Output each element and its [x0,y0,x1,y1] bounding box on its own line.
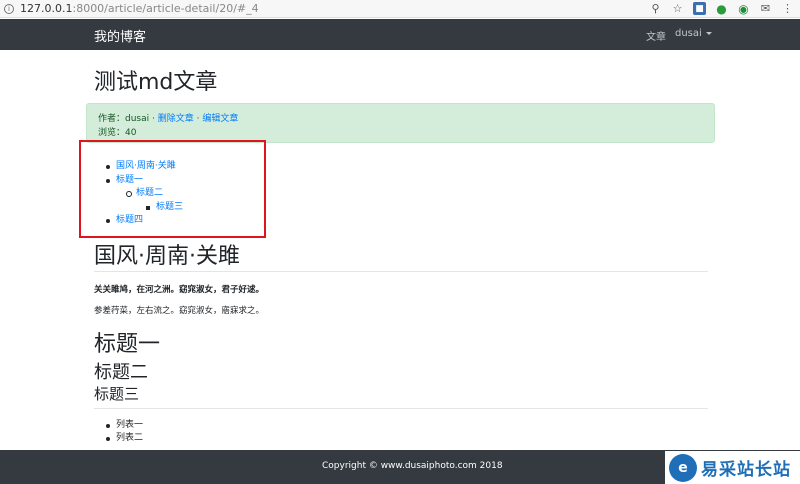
toc-item: 标题二 标题三 [116,187,183,214]
browser-address-bar[interactable]: i 127.0.0.1:8000/article/article-detail/… [0,0,800,18]
navbar: 我的博客 文章 dusai [0,19,800,50]
meta-line-1: 作者：dusai · 删除文章 · 编辑文章 [98,112,703,126]
divider [94,271,708,272]
watermark: e 易采站长站 [665,451,800,484]
delete-article-link[interactable]: 删除文章 [158,114,194,124]
toc-item: 标题四 [96,214,183,228]
article-title: 测试md文章 [94,70,218,95]
footer-copyright: Copyright © www.dusaiphoto.com 2018 [322,461,503,471]
mail-icon[interactable]: ✉ [759,2,772,15]
toc-item: 标题三 [136,201,183,215]
browser-toolbar-icons: ⚲ ☆ ■ ● ◉ ✉ ⋮ [649,2,794,16]
author-label: 作者：dusai · [98,114,158,124]
toc-link[interactable]: 国风·周南·关雎 [116,161,176,171]
heading-1: 标题一 [94,332,161,357]
toc-link[interactable]: 标题四 [116,215,143,225]
navbar-brand[interactable]: 我的博客 [94,26,146,45]
url-path: :8000/article/article-detail/20/#_4 [72,2,259,15]
edit-article-link[interactable]: 编辑文章 [202,114,238,124]
article-content: 测试md文章 作者：dusai · 删除文章 · 编辑文章 浏览：40 国风·周… [0,50,800,450]
article-meta-alert: 作者：dusai · 删除文章 · 编辑文章 浏览：40 [86,103,715,143]
wechat-icon[interactable]: ◉ [737,2,750,16]
views-label: 浏览：40 [98,128,137,138]
info-icon[interactable]: i [4,3,14,14]
watermark-logo-icon: e [669,453,697,482]
caret-down-icon [705,31,712,35]
divider [94,408,708,409]
list-item: 列表二 [96,432,143,445]
paragraph: 参差荇菜，左右流之。窈窕淑女，寤寐求之。 [94,306,265,316]
nav-link-articles[interactable]: 文章 [646,28,666,43]
toc-link[interactable]: 标题二 [136,188,163,198]
navbar-links: 文章 dusai [646,28,712,43]
toc-item: 标题一 标题二 标题三 [96,174,183,215]
evernote-icon[interactable]: ● [715,2,728,16]
star-icon[interactable]: ☆ [671,2,684,15]
toc-item: 国风·周南·关雎 [96,160,183,174]
heading-poem: 国风·周南·关雎 [94,244,240,269]
heading-2: 标题二 [94,362,148,383]
zoom-icon[interactable]: ⚲ [649,2,662,15]
url-host: 127.0.0.1 [20,2,73,15]
watermark-text: 易采站长站 [701,460,791,480]
menu-icon[interactable]: ⋮ [781,2,794,15]
extension-icon[interactable]: ■ [693,2,706,15]
nav-user-name: dusai [675,28,702,39]
toc-link[interactable]: 标题三 [156,202,183,212]
list-item: 列表一 [96,419,143,432]
bold-paragraph: 关关雎鸠，在河之洲。窈窕淑女，君子好逑。 [94,285,265,295]
table-of-contents: 国风·周南·关雎 标题一 标题二 标题三 标题四 [96,160,183,228]
bullet-list: 列表一 列表二 [96,419,143,445]
toc-link[interactable]: 标题一 [116,175,143,185]
heading-3: 标题三 [94,385,140,403]
nav-user-dropdown[interactable]: dusai [675,28,712,43]
